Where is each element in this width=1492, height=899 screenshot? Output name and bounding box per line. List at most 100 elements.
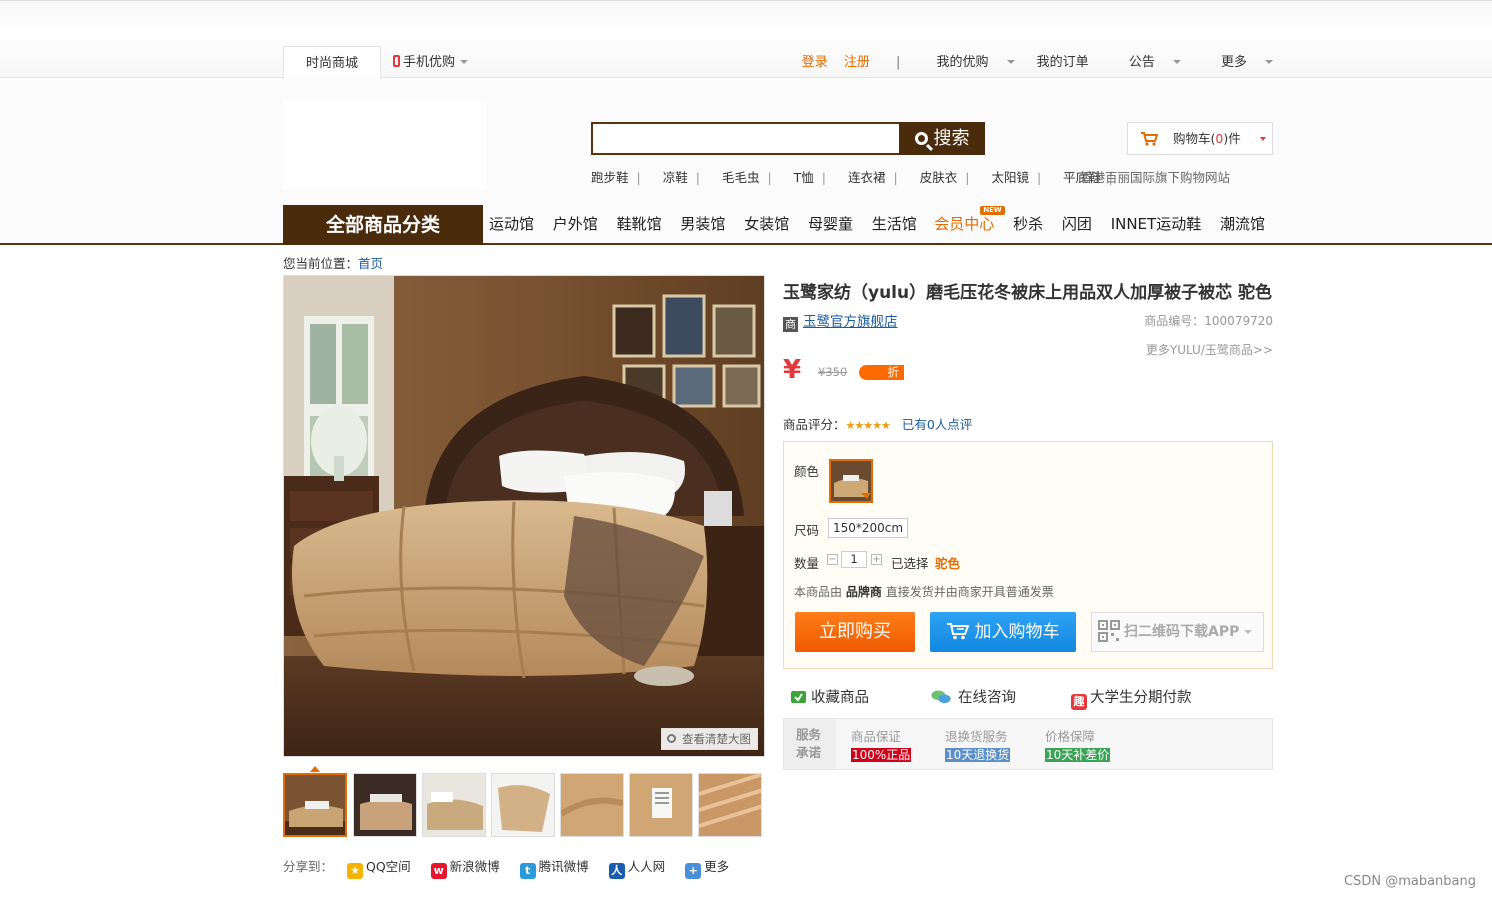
nav-menswear[interactable]: 男装馆 <box>680 215 725 233</box>
store-link[interactable]: 商玉鹭官方旗舰店 <box>783 310 898 332</box>
share-weibo[interactable]: w 新浪微博 <box>430 859 500 879</box>
online-consult-button[interactable]: 在线咨询 <box>929 686 1016 707</box>
account-nav: 登录 注册 | 我的优购 我的订单 公告 更多 <box>790 46 1273 79</box>
promise-price: 价格保障 10天补差价 <box>1045 726 1111 762</box>
add-to-cart-button[interactable]: 加入购物车 <box>930 612 1076 652</box>
hotword-item[interactable]: 香港 <box>1080 170 1105 185</box>
nav-shoes[interactable]: 鞋靴馆 <box>617 215 662 233</box>
search-input[interactable] <box>591 122 901 155</box>
quantity-decrement[interactable]: − <box>827 554 838 565</box>
share-tencent-weibo[interactable]: t 腾讯微博 <box>519 859 589 879</box>
thumbnail-item[interactable] <box>283 773 347 837</box>
site-logo[interactable] <box>283 101 486 189</box>
hotword-item[interactable]: 皮肤衣 <box>920 170 958 185</box>
hotword-item[interactable]: 凉鞋 <box>663 170 688 185</box>
thumbnail-item[interactable] <box>560 773 624 837</box>
thumbnail-item[interactable] <box>422 773 486 837</box>
store-name[interactable]: 玉鹭官方旗舰店 <box>803 314 898 330</box>
nav-group-buy[interactable]: 闪团 <box>1062 215 1092 233</box>
more-menu[interactable]: 更多 <box>1203 55 1273 70</box>
login-link[interactable]: 登录 <box>802 55 828 70</box>
share-more[interactable]: + 更多 <box>685 859 729 879</box>
tencent-weibo-icon: t <box>519 863 536 879</box>
nav-outdoor[interactable]: 户外馆 <box>553 215 598 233</box>
share-renren[interactable]: 人人人网 <box>608 859 666 879</box>
size-label: 尺码 <box>794 523 820 538</box>
nav-member-center[interactable]: 会员中心 NEW <box>920 206 1005 233</box>
hotword-item[interactable]: 太阳镜 <box>991 170 1029 185</box>
share-qzone-label: QQ空间 <box>366 859 411 874</box>
tab-fashion-mall[interactable]: 时尚商城 <box>283 46 381 79</box>
qr-download-button[interactable]: 扫二维码下载APP <box>1091 612 1264 652</box>
all-categories-button[interactable]: 全部商品分类 <box>283 205 483 245</box>
mini-cart[interactable]: 购物车(0)件 <box>1127 122 1273 155</box>
share-label: 分享到： <box>283 859 334 874</box>
hotword-item[interactable]: 跑步鞋 <box>591 170 629 185</box>
hotword-separator: | <box>636 170 641 185</box>
cart-icon <box>946 623 969 640</box>
favorite-button[interactable]: 收藏商品 <box>791 686 869 707</box>
quantity-input[interactable]: 1 <box>841 551 867 568</box>
new-badge: NEW <box>980 206 1005 215</box>
zoom-hint[interactable]: 查看清楚大图 <box>661 728 758 750</box>
bed-photo <box>284 276 764 756</box>
hotword-separator: | <box>893 170 898 185</box>
notice-prefix: 本商品由 <box>794 585 843 599</box>
nav-kids[interactable]: 母婴童 <box>808 215 853 233</box>
category-nav: 全部商品分类 运动馆 户外馆 鞋靴馆 男装馆 女装馆 母婴童 生活馆 会员中心 N… <box>283 205 1273 245</box>
promise-tag: 10天退换货 <box>945 748 1011 762</box>
thumbnail-strip <box>283 766 765 839</box>
hotword-item[interactable]: T恤 <box>794 170 814 185</box>
breadcrumb-home-link[interactable]: 首页 <box>358 256 383 271</box>
product-main-image[interactable]: 查看清楚大图 <box>283 275 765 757</box>
share-qzone[interactable]: ★ QQ空间 <box>347 859 411 879</box>
member-center-label: 会员中心 <box>934 215 995 233</box>
promise-label-line2: 承诺 <box>796 745 822 760</box>
announcement-menu[interactable]: 公告 <box>1111 55 1181 70</box>
thumbnail-image <box>423 774 485 836</box>
installment-icon: 趣 <box>1071 694 1087 710</box>
chevron-down-icon <box>1244 630 1253 634</box>
share-bar: 分享到： ★ QQ空间 w 新浪微博 t 腾讯微博 人人人网 + 更多 <box>283 856 745 879</box>
my-yougou-menu[interactable]: 我的优购 <box>919 55 1015 70</box>
active-thumb-indicator <box>310 766 320 772</box>
search-button-label: 搜索 <box>933 128 970 149</box>
currency-symbol: ¥ <box>783 355 802 385</box>
product-id-label: 商品编号： <box>1144 314 1205 328</box>
share-renren-label: 人人网 <box>627 859 666 874</box>
thumbnail-item[interactable] <box>491 773 555 837</box>
nav-trend[interactable]: 潮流馆 <box>1220 215 1265 233</box>
my-orders-link[interactable]: 我的订单 <box>1037 55 1089 70</box>
search-button[interactable]: 搜索 <box>899 122 985 155</box>
thumbnail-item[interactable] <box>698 773 762 837</box>
thumbnail-item[interactable] <box>629 773 693 837</box>
nav-flash-sale[interactable]: 秒杀 <box>1013 215 1043 233</box>
product-title: 玉鹭家纺（yulu）磨毛压花冬被床上用品双人加厚被子被芯 驼色 <box>783 283 1273 303</box>
chevron-down-icon <box>460 60 469 64</box>
hotword-item[interactable]: 连衣裙 <box>848 170 886 185</box>
register-link[interactable]: 注册 <box>844 55 870 70</box>
top-bar: 时尚商城 手机优购 登录 注册 | 我的优购 我的订单 公告 更多 <box>0 0 1492 79</box>
hotword-item[interactable]: 毛毛虫 <box>722 170 760 185</box>
installment-button[interactable]: 趣大学生分期付款 <box>1071 686 1192 710</box>
chevron-down-icon <box>1172 60 1181 64</box>
phone-icon <box>393 55 400 67</box>
buy-now-button[interactable]: 立即购买 <box>795 612 915 652</box>
nav-sports[interactable]: 运动馆 <box>489 215 534 233</box>
watermark: CSDN @mabanbang <box>1344 874 1476 889</box>
color-option[interactable] <box>829 459 873 503</box>
my-yougou-label: 我的优购 <box>936 55 989 70</box>
thumbnail-item[interactable] <box>353 773 417 837</box>
nav-womenswear[interactable]: 女装馆 <box>744 215 789 233</box>
more-brand-link[interactable]: 更多YULU/玉鹭商品>> <box>1146 341 1273 358</box>
nav-innet[interactable]: INNET运动鞋 <box>1111 215 1202 233</box>
size-option[interactable]: 150*200cm <box>828 518 909 538</box>
color-swatch-image <box>831 461 871 501</box>
shipping-notice: 本商品由 品牌商 直接发货并由商家开具普通发票 <box>794 583 1054 600</box>
hotword-separator: | <box>695 170 700 185</box>
slogan-text: 百丽国际旗下购物网站 <box>1105 170 1231 185</box>
qzone-icon: ★ <box>347 863 363 879</box>
review-count-link[interactable]: 已有0人点评 <box>902 417 972 432</box>
quantity-increment[interactable]: + <box>871 554 882 565</box>
mobile-yougou-link[interactable]: 手机优购 <box>393 46 469 79</box>
